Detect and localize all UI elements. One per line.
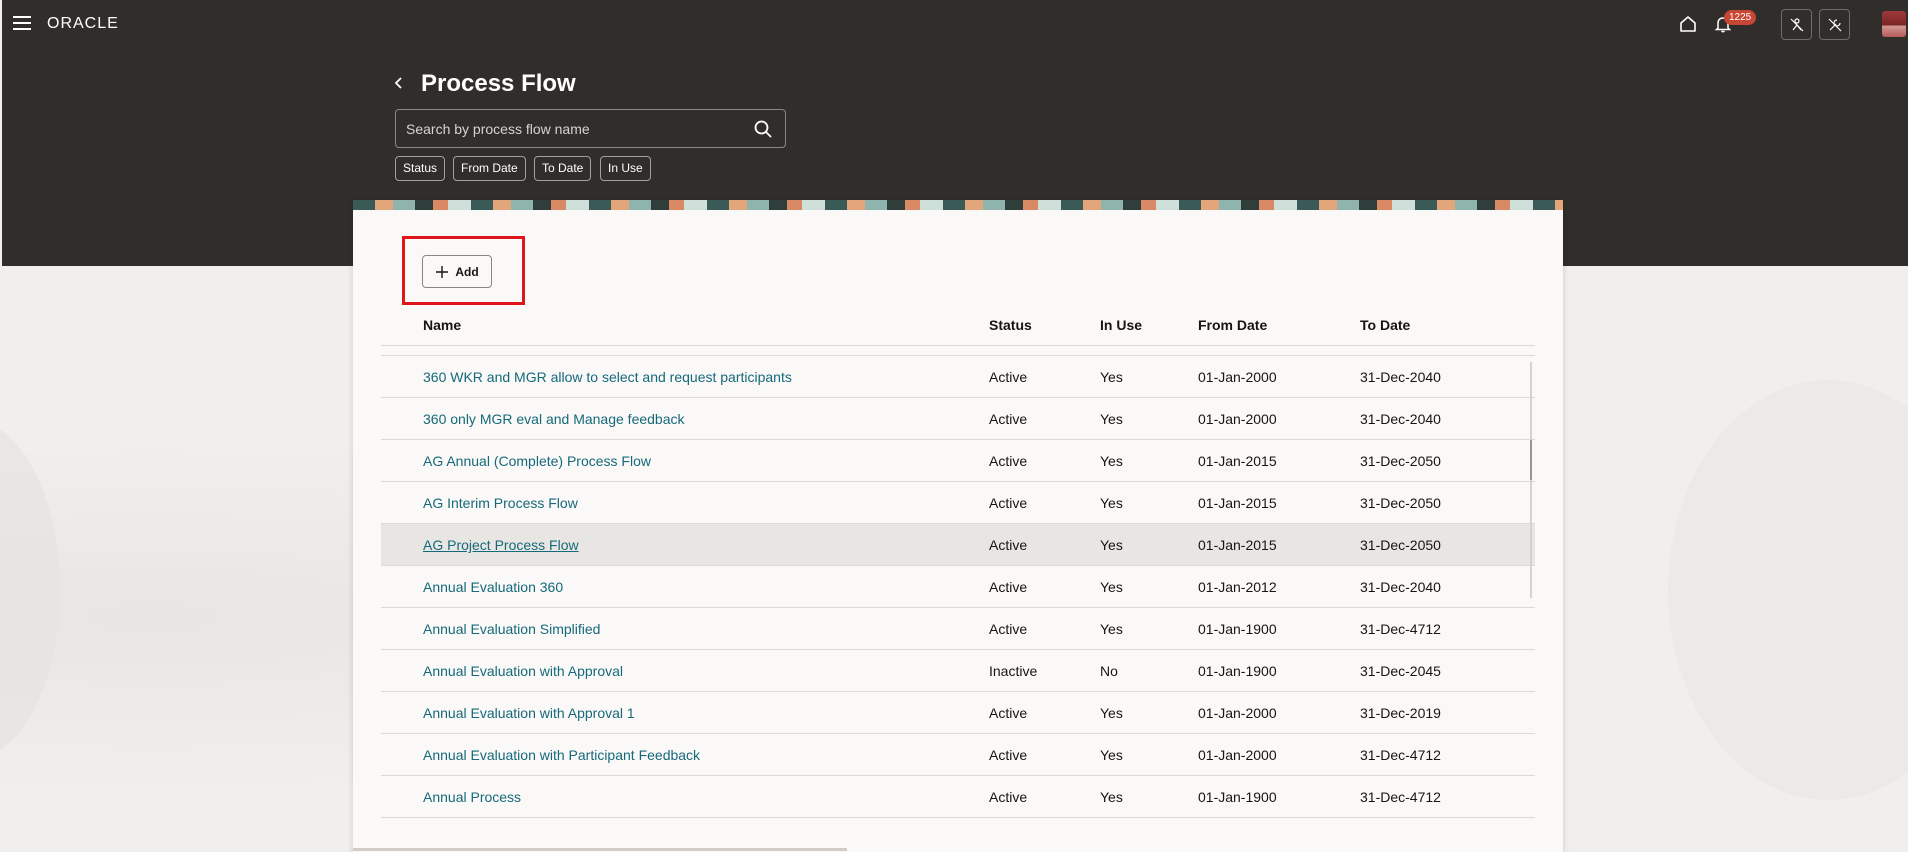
status-cell: Active (989, 789, 1028, 805)
oracle-logo: ORACLE (47, 15, 119, 32)
decorative-banner (353, 200, 1563, 210)
process-flow-link[interactable]: Annual Evaluation Simplified (423, 621, 600, 637)
home-icon[interactable] (1675, 11, 1701, 37)
filter-chip-status[interactable]: Status (395, 156, 446, 181)
to-date-cell: 31-Dec-2050 (1360, 453, 1441, 469)
from-date-cell: 01-Jan-2015 (1198, 453, 1277, 469)
process-flow-link[interactable]: Annual Evaluation with Approval 1 (423, 705, 635, 721)
from-date-cell: 01-Jan-2000 (1198, 369, 1277, 385)
status-cell: Active (989, 411, 1028, 427)
column-header-to-date[interactable]: To Date (1360, 317, 1410, 333)
to-date-cell: 31-Dec-4712 (1360, 747, 1441, 763)
to-date-cell: 31-Dec-2045 (1360, 663, 1441, 679)
status-cell: Active (989, 747, 1028, 763)
in-use-cell: Yes (1100, 789, 1123, 805)
to-date-cell: 31-Dec-2040 (1360, 411, 1441, 427)
status-cell: Active (989, 621, 1028, 637)
in-use-cell: No (1100, 663, 1118, 679)
in-use-cell: Yes (1100, 579, 1123, 595)
to-date-cell: 31-Dec-4712 (1360, 789, 1441, 805)
table-row[interactable]: Annual Evaluation with Approval Inactive… (381, 650, 1535, 692)
to-date-cell: 31-Dec-2040 (1360, 369, 1441, 385)
in-use-cell: Yes (1100, 621, 1123, 637)
status-cell: Inactive (989, 663, 1038, 679)
from-date-cell: 01-Jan-2000 (1198, 747, 1277, 763)
in-use-cell: Yes (1100, 369, 1123, 385)
table-row[interactable]: Annual Evaluation Simplified Active Yes … (381, 608, 1535, 650)
status-cell: Active (989, 537, 1028, 553)
table-row[interactable]: AG Interim Process Flow Active Yes 01-Ja… (381, 482, 1535, 524)
in-use-cell: Yes (1100, 411, 1123, 427)
from-date-cell: 01-Jan-1900 (1198, 621, 1277, 637)
in-use-cell: Yes (1100, 495, 1123, 511)
process-flow-link[interactable]: Annual Evaluation with Approval (423, 663, 623, 679)
status-cell: Active (989, 495, 1028, 511)
plus-icon (436, 265, 449, 278)
status-cell: Active (989, 453, 1028, 469)
to-date-cell: 31-Dec-2040 (1360, 579, 1441, 595)
from-date-cell: 01-Jan-2015 (1198, 495, 1277, 511)
filter-chip-to-date[interactable]: To Date (534, 156, 592, 181)
from-date-cell: 01-Jan-2000 (1198, 705, 1277, 721)
table-row[interactable]: Annual Evaluation 360 Active Yes 01-Jan-… (381, 566, 1535, 608)
process-flow-link[interactable]: Annual Evaluation with Participant Feedb… (423, 747, 700, 763)
to-date-cell: 31-Dec-2050 (1360, 495, 1441, 511)
in-use-cell: Yes (1100, 747, 1123, 763)
process-flow-link[interactable]: AG Annual (Complete) Process Flow (423, 453, 651, 469)
status-cell: Active (989, 579, 1028, 595)
table-row[interactable]: Annual Evaluation with Approval 1 Active… (381, 692, 1535, 734)
to-date-cell: 31-Dec-2050 (1360, 537, 1441, 553)
tools-off-button[interactable] (1819, 9, 1850, 40)
process-flow-table: 360 WKR and MGR allow to select and requ… (381, 356, 1535, 818)
wrench-off-icon (1828, 18, 1841, 31)
to-date-cell: 31-Dec-4712 (1360, 621, 1441, 637)
table-row[interactable]: 360 only MGR eval and Manage feedback Ac… (381, 398, 1535, 440)
search-icon[interactable] (753, 119, 773, 139)
avatar[interactable] (1882, 11, 1906, 37)
status-cell: Active (989, 705, 1028, 721)
table-row[interactable]: AG Annual (Complete) Process Flow Active… (381, 440, 1535, 482)
process-flow-link[interactable]: AG Interim Process Flow (423, 495, 578, 511)
notification-count-badge: 1225 (1724, 10, 1757, 25)
filter-chip-from-date[interactable]: From Date (453, 156, 526, 181)
page-title: Process Flow (421, 70, 576, 97)
table-row-selected[interactable]: AG Project Process Flow Active Yes 01-Ja… (381, 524, 1535, 566)
chevron-left-icon (394, 77, 402, 89)
vertical-scrollbar[interactable] (1530, 362, 1532, 598)
add-button-label: Add (455, 264, 479, 279)
from-date-cell: 01-Jan-2015 (1198, 537, 1277, 553)
process-flow-link[interactable]: 360 only MGR eval and Manage feedback (423, 411, 685, 427)
scrollbar-thumb[interactable] (1530, 440, 1532, 480)
process-flow-link[interactable]: 360 WKR and MGR allow to select and requ… (423, 369, 792, 385)
table-row[interactable]: Annual Process Active Yes 01-Jan-1900 31… (381, 776, 1535, 818)
to-date-cell: 31-Dec-2019 (1360, 705, 1441, 721)
column-header-in-use[interactable]: In Use (1100, 317, 1142, 333)
column-header-status[interactable]: Status (989, 317, 1032, 333)
column-header-name[interactable]: Name (423, 317, 461, 333)
filter-chip-in-use[interactable]: In Use (600, 156, 651, 181)
column-header-from-date[interactable]: From Date (1198, 317, 1267, 333)
from-date-cell: 01-Jan-1900 (1198, 789, 1277, 805)
person-off-icon (1790, 17, 1803, 31)
search-field[interactable] (395, 109, 786, 148)
process-flow-link[interactable]: Annual Evaluation 360 (423, 579, 563, 595)
horizontal-scrollbar[interactable] (353, 848, 847, 851)
in-use-cell: Yes (1100, 453, 1123, 469)
process-flow-link[interactable]: Annual Process (423, 789, 521, 805)
accessibility-off-button[interactable] (1781, 9, 1812, 40)
in-use-cell: Yes (1100, 705, 1123, 721)
hamburger-menu-icon[interactable] (13, 16, 31, 30)
back-button[interactable] (390, 72, 408, 94)
from-date-cell: 01-Jan-1900 (1198, 663, 1277, 679)
table-row[interactable]: Annual Evaluation with Participant Feedb… (381, 734, 1535, 776)
from-date-cell: 01-Jan-2012 (1198, 579, 1277, 595)
add-button[interactable]: Add (422, 255, 492, 288)
process-flow-link[interactable]: AG Project Process Flow (423, 537, 579, 553)
from-date-cell: 01-Jan-2000 (1198, 411, 1277, 427)
in-use-cell: Yes (1100, 537, 1123, 553)
search-input[interactable] (406, 118, 736, 140)
table-row[interactable]: 360 WKR and MGR allow to select and requ… (381, 356, 1535, 398)
status-cell: Active (989, 369, 1028, 385)
